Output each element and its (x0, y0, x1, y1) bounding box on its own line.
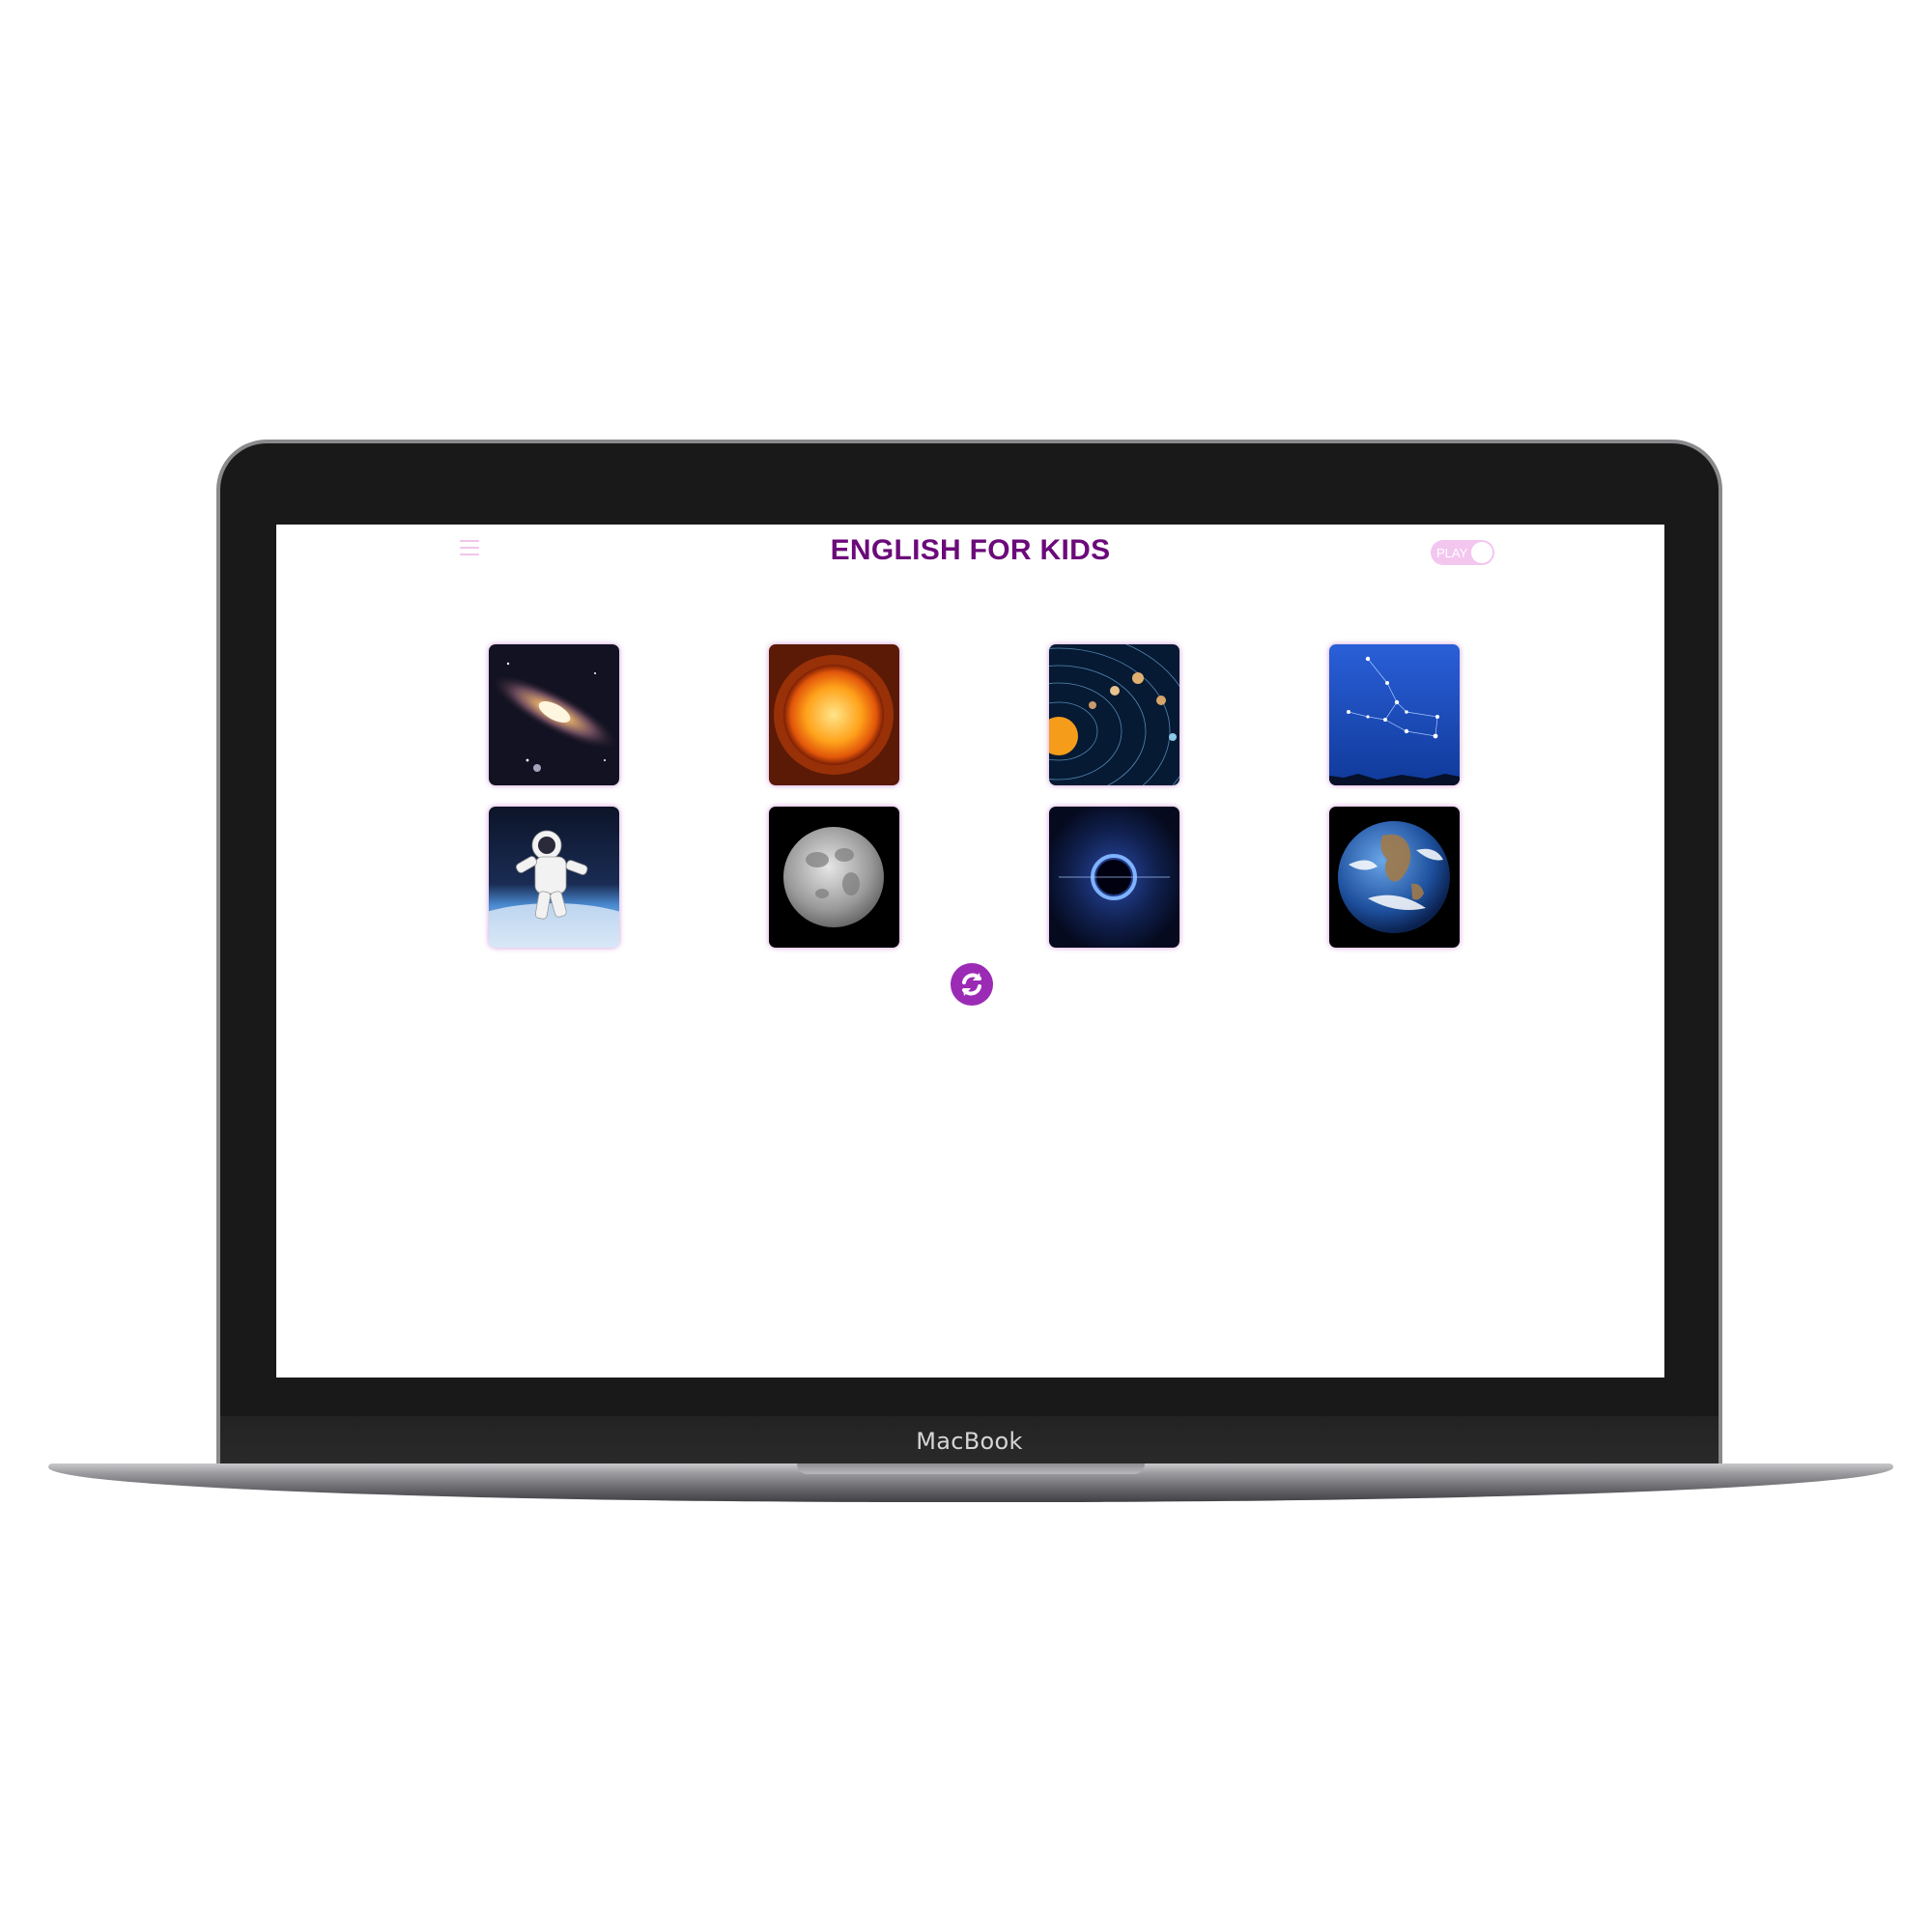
solar-system-image (1049, 644, 1179, 785)
toggle-label: PLAY (1436, 546, 1468, 560)
black-hole-image (1049, 807, 1179, 948)
toggle-knob (1471, 542, 1492, 563)
constellation-image (1329, 644, 1460, 785)
card-galaxy[interactable] (489, 644, 619, 785)
card-constellation[interactable] (1329, 644, 1460, 785)
refresh-icon (962, 973, 981, 996)
galaxy-image (489, 644, 619, 785)
device-brand-label: MacBook (916, 1428, 1023, 1455)
app-screen: ENGLISH FOR KIDS PLAY (276, 525, 1664, 1378)
card-moon[interactable] (769, 807, 899, 948)
card-grid (489, 644, 1460, 948)
laptop-notch (797, 1463, 1145, 1474)
refresh-button[interactable] (951, 963, 993, 1006)
laptop-mockup: MacBook ENGLISH FOR KIDS PLAY (0, 0, 1932, 1932)
astronaut-image (489, 807, 619, 948)
card-astronaut[interactable] (489, 807, 619, 948)
card-black-hole[interactable] (1049, 807, 1179, 948)
earth-image (1329, 807, 1460, 948)
play-mode-toggle[interactable]: PLAY (1431, 540, 1494, 565)
laptop-chin: MacBook (220, 1416, 1719, 1466)
card-solar-system[interactable] (1049, 644, 1179, 785)
moon-image (769, 807, 899, 948)
card-earth[interactable] (1329, 807, 1460, 948)
card-sun[interactable] (769, 644, 899, 785)
sun-image (769, 644, 899, 785)
